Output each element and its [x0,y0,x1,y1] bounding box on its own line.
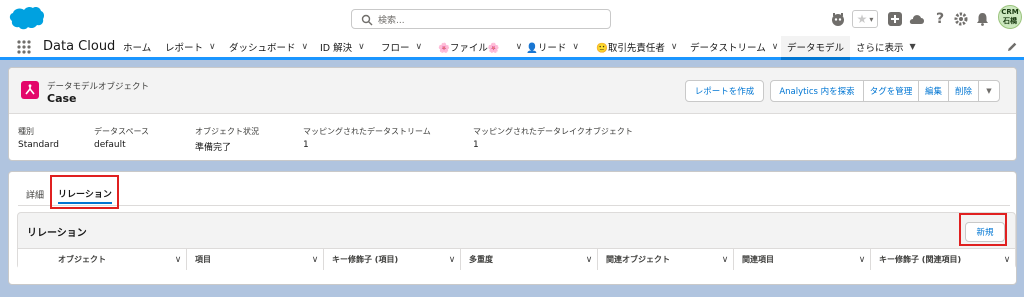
search-icon [361,14,373,26]
relations-table-header: オブジェクト ∨ 項目 ∨ キー修飾子 (項目) ∨ 多重度 ∨ 関連オブジェクト ∨ 関… [18,248,1015,270]
edit-pencil-icon[interactable] [1006,41,1018,53]
chevron-down-icon[interactable]: ∨ [854,255,870,265]
nav-item-reports[interactable]: レポート ∨ [165,36,216,57]
tab-details[interactable]: 詳細 [26,184,44,204]
chevron-down-icon[interactable]: ∨ [358,42,365,52]
nav-item-more[interactable]: さらに表示 ▼ [856,36,916,57]
trailhead-icon[interactable] [908,10,926,28]
chevron-down-icon[interactable]: ∨ [307,255,323,265]
nav-item-contacts[interactable]: 🙂取引先責任者 ∨ [596,36,677,57]
explore-analytics-button[interactable]: Analytics 内を探索 [770,80,864,102]
create-report-button[interactable]: レポートを作成 [685,80,764,102]
highlight-box-new-button [959,213,1007,246]
field-value-data-space: default [94,140,126,150]
global-header: 検索... ★ ▾ ? CRM 石橋 [0,0,1024,36]
edit-button[interactable]: 編集 [918,80,949,102]
field-label-mapped-data-lake-objects: マッピングされたデータレイクオブジェクト [473,127,633,136]
chevron-down-icon[interactable]: ∨ [444,255,460,265]
field-value-type: Standard [18,140,59,150]
notifications-bell-icon[interactable] [973,10,991,28]
nav-item-data-streams[interactable]: データストリーム ∨ [690,36,778,57]
search-placeholder: 検索... [378,16,405,26]
nav-item-files[interactable]: 🌸ファイル🌸 ∨ [438,36,522,57]
record-title: Case [47,92,77,105]
nav-item-leads[interactable]: 👤リード ∨ [526,36,579,57]
highlight-box-relations-tab [50,175,119,209]
help-icon[interactable]: ? [931,10,949,28]
chevron-down-icon[interactable]: ∨ [416,42,423,52]
app-launcher-icon[interactable] [17,40,31,54]
chevron-down-icon[interactable]: ∨ [581,255,597,265]
chevron-down-icon[interactable]: ∨ [516,42,523,52]
user-avatar[interactable]: CRM 石橋 [998,5,1022,29]
chevron-down-icon[interactable]: ∨ [772,42,779,52]
nav-item-dashboards[interactable]: ダッシュボード ∨ [229,36,308,57]
column-header-related-key-qualifier[interactable]: キー修飾子 (関連項目) ∨ [871,249,1015,270]
nav-item-identity-resolution[interactable]: ID 解決 ∨ [320,36,365,57]
global-search[interactable]: 検索... [351,9,611,29]
chevron-down-icon[interactable]: ∨ [999,255,1015,265]
record-header: データモデルオブジェクト Case レポートを作成 Analytics 内を探索… [8,67,1017,161]
column-header-key-qualifier[interactable]: キー修飾子 (項目) ∨ [324,249,461,270]
delete-button[interactable]: 削除 [948,80,979,102]
field-label-data-space: データスペース [94,127,150,136]
app-name: Data Cloud [43,39,116,54]
nav-item-flows[interactable]: フロー ∨ [381,36,422,57]
field-label-object-status: オブジェクト状況 [195,127,259,136]
object-type-label: データモデルオブジェクト [47,82,150,92]
nav-item-home[interactable]: ホーム [123,36,151,57]
nav-item-data-model[interactable]: データモデル [781,36,851,60]
field-value-mapped-data-streams: 1 [303,140,309,150]
column-header-cardinality[interactable]: 多重度 ∨ [461,249,598,270]
favorites-icon[interactable]: ★ ▾ [852,10,878,28]
chevron-down-icon[interactable]: ∨ [302,42,309,52]
app-navigation-bar: Data Cloud ホーム レポート ∨ ダッシュボード ∨ ID 解決 ∨ フロー… [0,36,1024,60]
assistant-icon[interactable] [829,10,847,28]
caret-down-icon[interactable]: ▼ [910,42,916,51]
global-actions-icon[interactable] [886,10,904,28]
relations-card: リレーション 新規 オブジェクト ∨ 項目 ∨ キー修飾子 (項目) ∨ 多重度 ∨ 関… [17,212,1016,270]
record-header-top: データモデルオブジェクト Case レポートを作成 Analytics 内を探索… [9,68,1016,114]
chevron-down-icon[interactable]: ∨ [572,42,579,52]
more-actions-button[interactable]: ▼ [978,80,1000,102]
relations-title: リレーション [27,228,87,239]
field-label-mapped-data-streams: マッピングされたデータストリーム [303,127,431,136]
manage-tags-button[interactable]: タグを管理 [863,80,919,102]
field-value-object-status: 準備完了 [195,143,232,153]
chevron-down-icon[interactable]: ∨ [671,42,678,52]
column-header-related-field[interactable]: 関連項目 ∨ [734,249,871,270]
setup-gear-icon[interactable] [952,10,970,28]
chevron-down-icon[interactable]: ∨ [170,255,186,265]
field-value-mapped-data-lake-objects: 1 [473,140,479,150]
caret-down-icon: ▼ [986,87,992,95]
column-header-related-object[interactable]: 関連オブジェクト ∨ [598,249,734,270]
tab-divider [18,205,1010,206]
column-header-object[interactable]: オブジェクト ∨ [18,249,187,270]
field-label-type: 種別 [18,127,34,136]
salesforce-logo-icon[interactable] [9,6,45,31]
column-header-field[interactable]: 項目 ∨ [187,249,324,270]
data-model-object-icon [21,81,39,99]
chevron-down-icon[interactable]: ∨ [209,42,216,52]
chevron-down-icon[interactable]: ∨ [717,255,733,265]
